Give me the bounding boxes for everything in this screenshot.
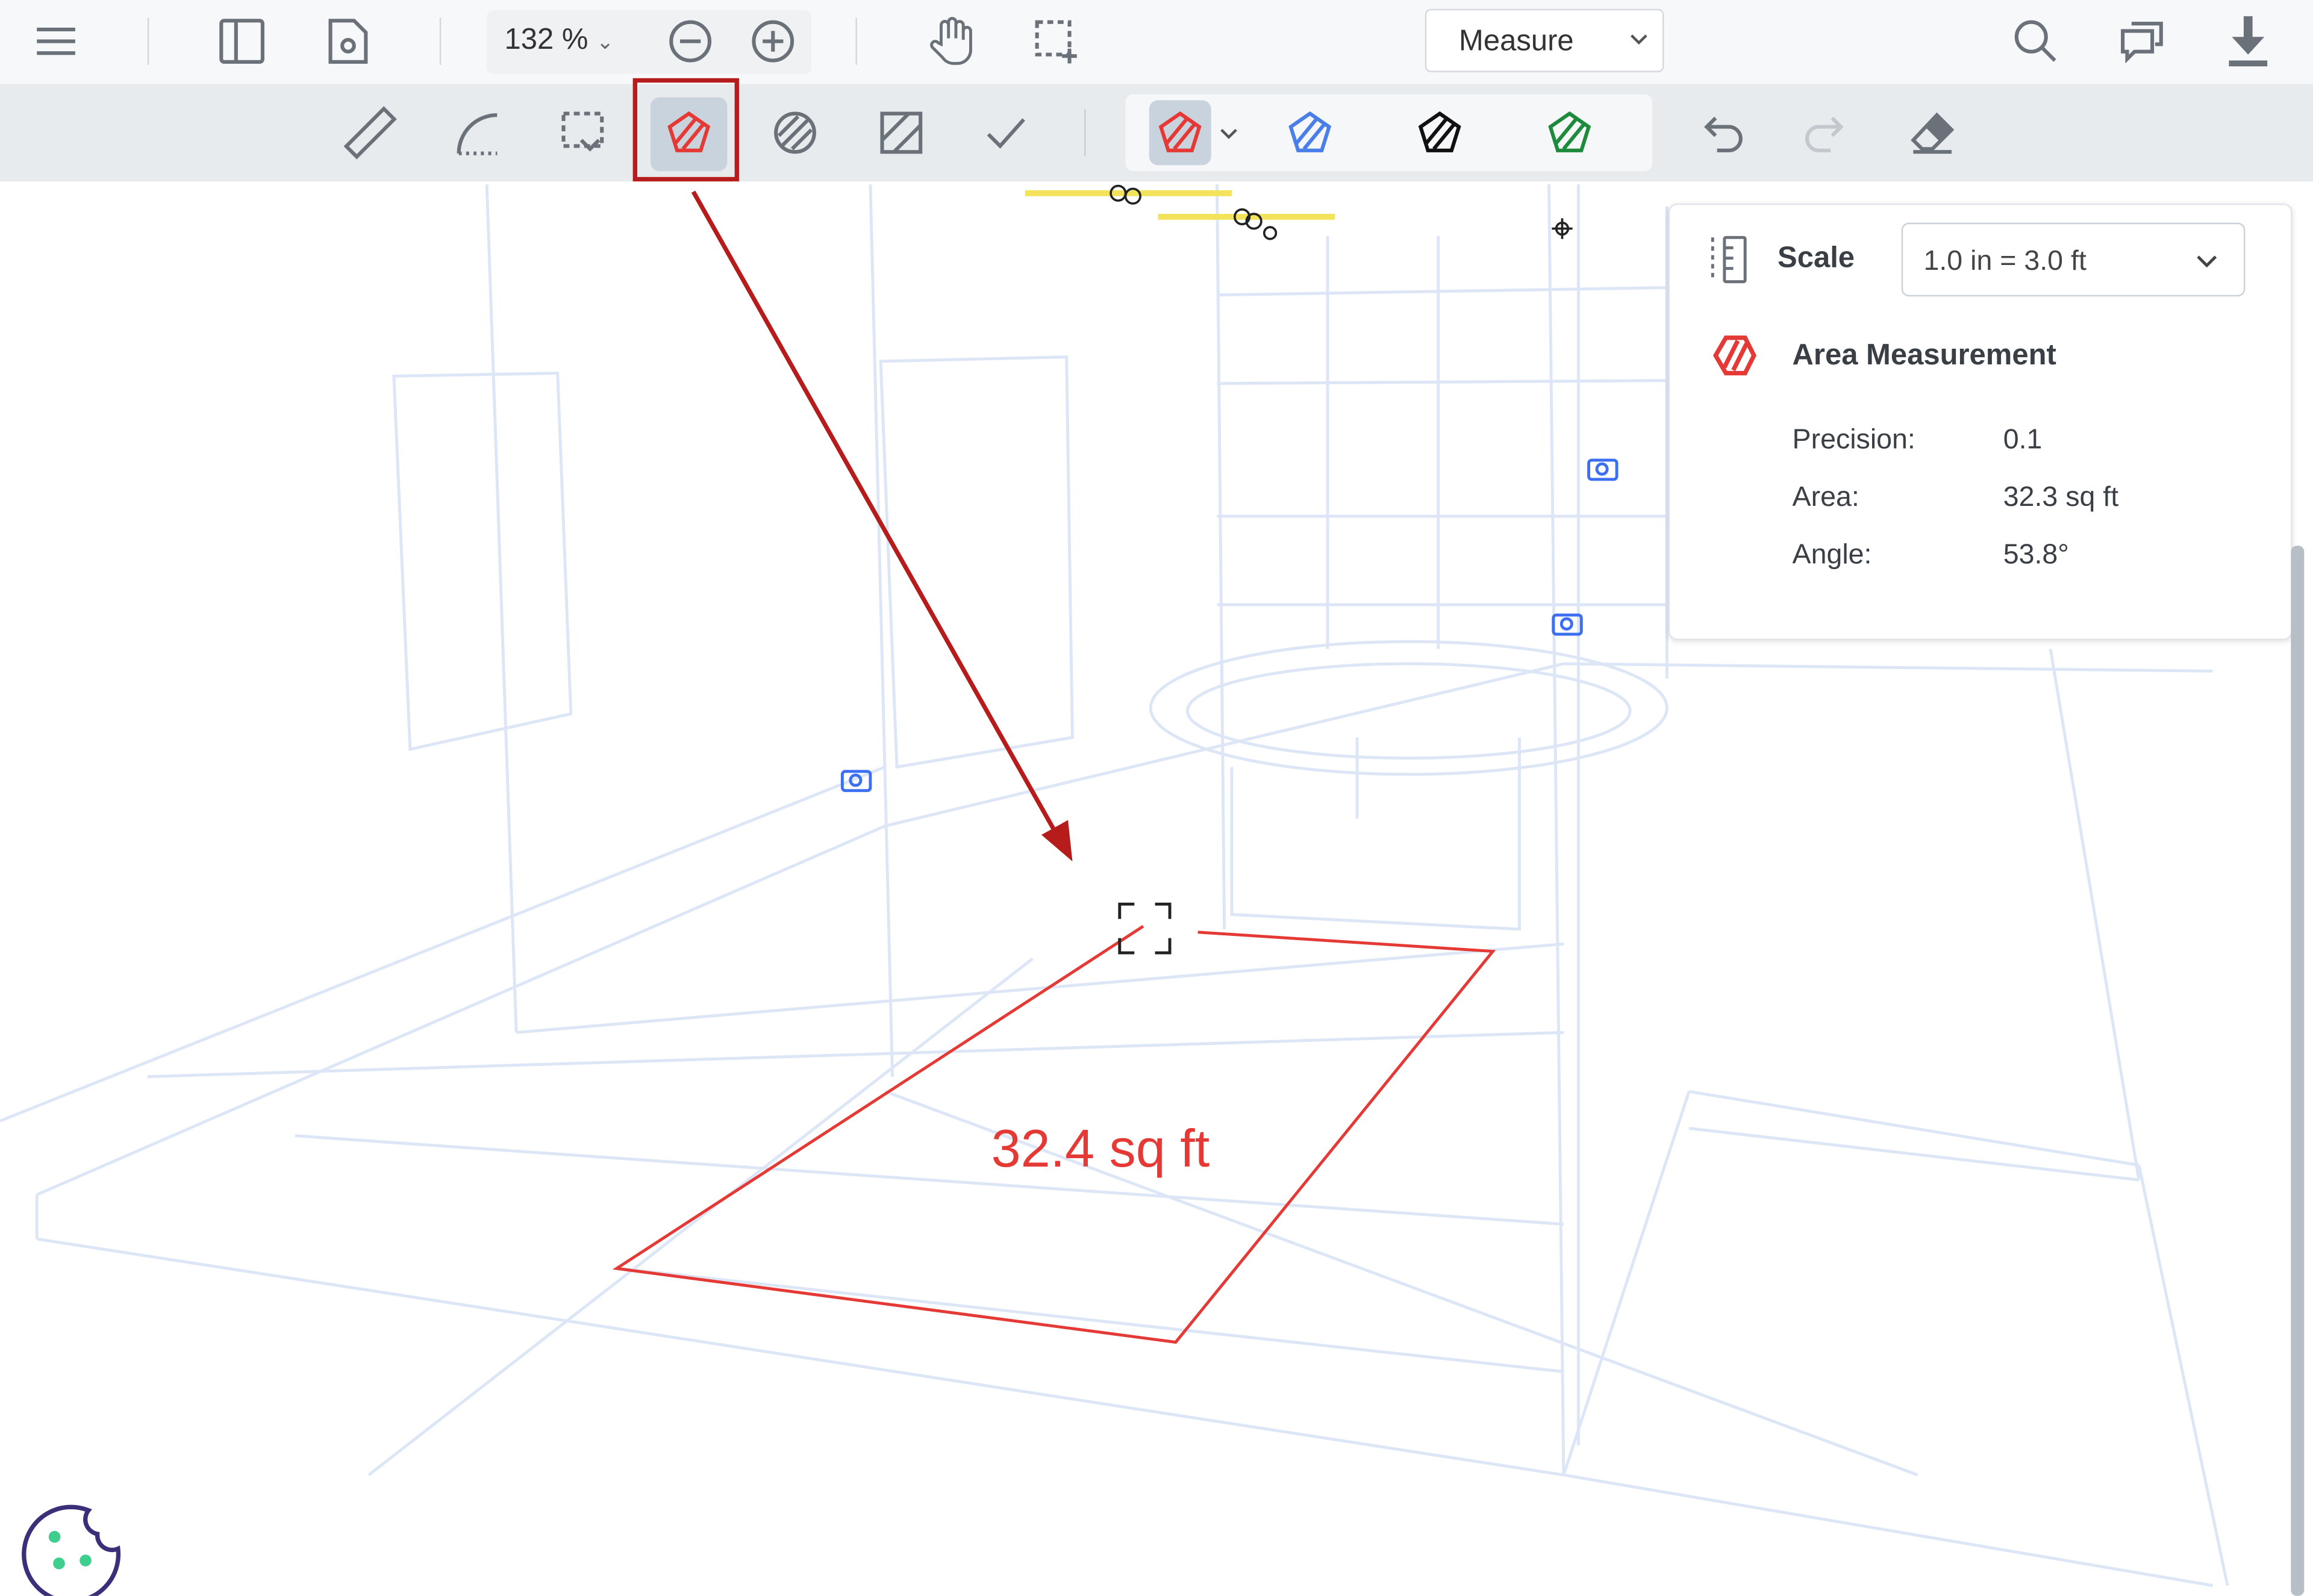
rectangle-area-icon[interactable] [878, 109, 925, 156]
top-toolbar: 132 % ⌄ Measure [0, 0, 2313, 84]
chevron-down-icon[interactable] [1220, 128, 1237, 140]
panel-title: Area Measurement [1793, 339, 2056, 373]
color-green-area-icon[interactable] [1546, 109, 1593, 156]
redo-icon[interactable] [1803, 109, 1850, 156]
sidebar-toggle-icon[interactable] [218, 17, 265, 64]
marquee-select-icon[interactable] [1032, 17, 1079, 64]
scale-dropdown[interactable]: 1.0 in = 3.0 ft [1902, 223, 2246, 296]
color-red-area-icon[interactable] [1156, 109, 1203, 156]
ceiling-fixtures [1025, 186, 1573, 239]
circle-area-icon[interactable] [772, 109, 819, 156]
menu-icon[interactable] [36, 20, 77, 62]
color-black-area-icon[interactable] [1416, 109, 1463, 156]
area-measurement-label[interactable]: 32.4 sq ft [885, 1118, 1316, 1180]
comments-icon[interactable] [2118, 17, 2165, 64]
chevron-down-icon [1630, 34, 1647, 46]
precision-value: 0.1 [2003, 425, 2043, 457]
angle-value: 53.8° [2003, 540, 2069, 572]
zoom-in-icon[interactable] [751, 19, 795, 63]
search-icon[interactable] [2012, 17, 2059, 64]
area-label: Area: [1793, 482, 1859, 515]
viewer: 32.4 sq ft 132 % ⌄ Measure [0, 0, 2313, 1596]
zoom-level-value: 132 % [505, 23, 588, 56]
highlighted-tool-callout [633, 78, 739, 181]
scale-value: 1.0 in = 3.0 ft [1923, 246, 2086, 279]
zoom-level-dropdown[interactable]: 132 % ⌄ [505, 23, 614, 57]
divider [1084, 109, 1085, 156]
annotation-arrow [693, 192, 1072, 861]
angle-label: Angle: [1793, 540, 1872, 572]
chevron-down-icon: ⌄ [596, 30, 614, 53]
scale-ruler-icon [1705, 234, 1749, 284]
vertex-cursor [1120, 904, 1170, 953]
download-icon[interactable] [2224, 14, 2271, 67]
divider [440, 17, 441, 64]
vertical-scrollbar[interactable] [2291, 546, 2304, 1596]
area-value: 32.3 sq ft [2003, 482, 2118, 515]
distance-ruler-icon[interactable] [347, 109, 394, 156]
precision-label: Precision: [1793, 425, 1915, 457]
eraser-icon[interactable] [1909, 109, 1956, 156]
scale-label: Scale [1778, 242, 1855, 276]
measurement-info-panel: Scale 1.0 in = 3.0 ft Area Measurement P… [1668, 204, 2293, 640]
zoom-out-icon[interactable] [668, 19, 712, 63]
cookie-icon [24, 1507, 119, 1596]
arc-measure-icon[interactable] [453, 109, 500, 156]
chevron-down-icon [2197, 255, 2217, 269]
undo-icon[interactable] [1698, 109, 1745, 156]
divider [855, 17, 857, 64]
divider [148, 17, 149, 64]
mode-dropdown-value: Measure [1459, 25, 1574, 59]
area-select-icon[interactable] [559, 109, 606, 156]
camera-icon [842, 460, 1617, 791]
confirm-check-icon[interactable] [982, 109, 1029, 156]
document-settings-icon[interactable] [325, 17, 372, 64]
mode-dropdown[interactable]: Measure [1425, 9, 1664, 72]
pan-hand-icon[interactable] [926, 16, 973, 66]
area-measurement-icon [1711, 332, 1758, 379]
color-blue-area-icon[interactable] [1287, 109, 1334, 156]
